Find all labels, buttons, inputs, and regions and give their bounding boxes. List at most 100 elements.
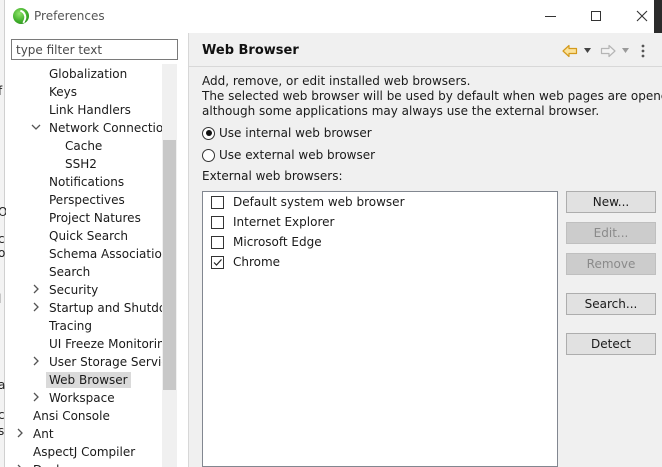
browser-name: Chrome <box>233 255 281 269</box>
chevron-right-icon[interactable] <box>14 427 26 439</box>
chevron-right-icon[interactable] <box>30 355 42 367</box>
tree-item[interactable]: AspectJ Compiler <box>5 443 165 461</box>
radio-external-browser[interactable]: Use external web browser <box>202 147 375 163</box>
tree-item[interactable]: Workspace <box>5 389 165 407</box>
maximize-icon <box>591 11 601 21</box>
maximize-button[interactable] <box>573 4 619 28</box>
external-browsers-label: External web browsers: <box>202 169 343 183</box>
chevron-right-icon[interactable] <box>30 301 42 313</box>
browser-name: Default system web browser <box>233 195 405 209</box>
tree-item[interactable]: Project Natures <box>5 209 165 227</box>
tree-item[interactable]: Search <box>5 263 165 281</box>
tree-scrollbar-thumb[interactable] <box>163 140 176 390</box>
filter-input[interactable] <box>11 39 178 60</box>
browser-checkbox[interactable] <box>211 215 224 229</box>
remove-button[interactable]: Remove <box>566 253 656 275</box>
tree-item[interactable]: Schema Associations <box>5 245 176 263</box>
tree-item[interactable]: Notifications <box>5 173 165 191</box>
tree-item[interactable]: Network Connections <box>5 119 177 137</box>
tree-item-label: Globalization <box>49 67 128 81</box>
tree-item-label: Network Connections <box>49 121 177 135</box>
tree-item[interactable]: Globalization <box>5 65 165 83</box>
browser-checkbox[interactable] <box>211 255 224 269</box>
radio-external-indicator[interactable] <box>202 148 215 162</box>
chevron-right-icon[interactable] <box>30 283 42 295</box>
chevron-right-icon[interactable] <box>14 463 26 467</box>
tree-item-label: Workspace <box>49 391 115 405</box>
tree-item[interactable]: Link Handlers <box>5 101 165 119</box>
tree-item[interactable]: Web Browser <box>5 371 165 389</box>
tree-item-label: User Storage Service <box>49 355 176 369</box>
tree-item[interactable]: Docker <box>5 461 165 467</box>
tree-item-label: AspectJ Compiler <box>33 445 136 459</box>
tree-item[interactable]: UI Freeze Monitoring <box>5 335 172 353</box>
tree-item-label: Link Handlers <box>49 103 131 117</box>
back-dropdown-icon[interactable] <box>584 48 591 53</box>
list-item[interactable]: Chrome <box>211 253 280 271</box>
tree-item-label: Ant <box>33 427 54 441</box>
radio-external-label: Use external web browser <box>219 148 376 162</box>
tree-item[interactable]: User Storage Service <box>5 353 175 371</box>
tree-item-label: Perspectives <box>49 193 125 207</box>
browser-name: Microsoft Edge <box>233 235 322 249</box>
browser-checkbox[interactable] <box>211 195 224 209</box>
tree-item-label: Notifications <box>49 175 125 189</box>
tree-item[interactable]: Quick Search <box>5 227 165 245</box>
minimize-button[interactable] <box>527 4 573 28</box>
forward-arrow-icon <box>600 44 616 58</box>
detect-button[interactable]: Detect <box>566 333 656 355</box>
search-button[interactable]: Search... <box>566 293 656 315</box>
radio-internal-label: Use internal web browser <box>219 126 372 140</box>
description-line-2: The selected web browser will be used by… <box>202 89 662 103</box>
checkmark-icon <box>213 258 222 266</box>
close-icon <box>636 10 648 22</box>
forward-dropdown-icon <box>622 48 629 53</box>
description-line-1: Add, remove, or edit installed web brows… <box>202 74 471 88</box>
tree-item-label: Cache <box>65 139 103 153</box>
tree-item-label: Startup and Shutdown <box>49 301 177 315</box>
tree-item[interactable]: Ansi Console <box>5 407 165 425</box>
list-item[interactable]: Microsoft Edge <box>211 233 322 251</box>
tree-item[interactable]: Startup and Shutdown <box>5 299 177 317</box>
tree-item[interactable]: Security <box>5 281 165 299</box>
tree-item[interactable]: Perspectives <box>5 191 165 209</box>
tree-item[interactable]: Tracing <box>5 317 165 335</box>
tree-item[interactable]: Cache <box>5 137 165 155</box>
tree-item-label: Docker <box>30 462 78 467</box>
title-bar-edge <box>654 0 662 33</box>
tree-item-label: Project Natures <box>49 211 141 225</box>
eclipse-icon <box>13 8 29 24</box>
view-menu-icon[interactable] <box>640 44 646 58</box>
tree-item-label: Security <box>49 283 99 297</box>
preferences-tree: Globalization Keys Link Handlers Network Co… <box>5 64 177 467</box>
page-title: Web Browser <box>202 43 299 58</box>
minimize-icon <box>544 15 556 17</box>
tree-item-label: Quick Search <box>49 229 128 243</box>
tree-item[interactable]: SSH2 <box>5 155 165 173</box>
window-title: Preferences <box>34 9 105 23</box>
list-item[interactable]: Internet Explorer <box>211 213 334 231</box>
tree-item-label: SSH2 <box>65 157 97 171</box>
list-item[interactable]: Default system web browser <box>211 193 405 211</box>
tree-item[interactable]: Ant <box>5 425 165 443</box>
title-bar: Preferences <box>5 0 662 33</box>
tree-item-label: Search <box>49 265 91 279</box>
edit-button[interactable]: Edit... <box>566 222 656 244</box>
tree-item-label: Web Browser <box>46 372 131 388</box>
browser-name: Internet Explorer <box>233 215 335 229</box>
tree-item[interactable]: Keys <box>5 83 165 101</box>
new-button[interactable]: New... <box>566 191 656 213</box>
radio-internal-browser[interactable]: Use internal web browser <box>202 125 372 141</box>
tree-item-label: Tracing <box>49 319 93 333</box>
tree-item-label: UI Freeze Monitoring <box>49 337 173 351</box>
back-arrow-icon[interactable] <box>562 44 578 58</box>
browser-checkbox[interactable] <box>211 235 224 249</box>
tree-item-label: Ansi Console <box>33 409 110 423</box>
radio-internal-indicator[interactable] <box>202 126 215 140</box>
external-browsers-list[interactable]: Default system web browser Internet Expl… <box>202 191 558 467</box>
chevron-down-icon[interactable] <box>30 121 42 133</box>
tree-item-label: Schema Associations <box>49 247 176 261</box>
tree-item-label: Keys <box>49 85 78 99</box>
chevron-right-icon[interactable] <box>30 391 42 403</box>
description-line-3: although some applications may always us… <box>202 104 600 118</box>
